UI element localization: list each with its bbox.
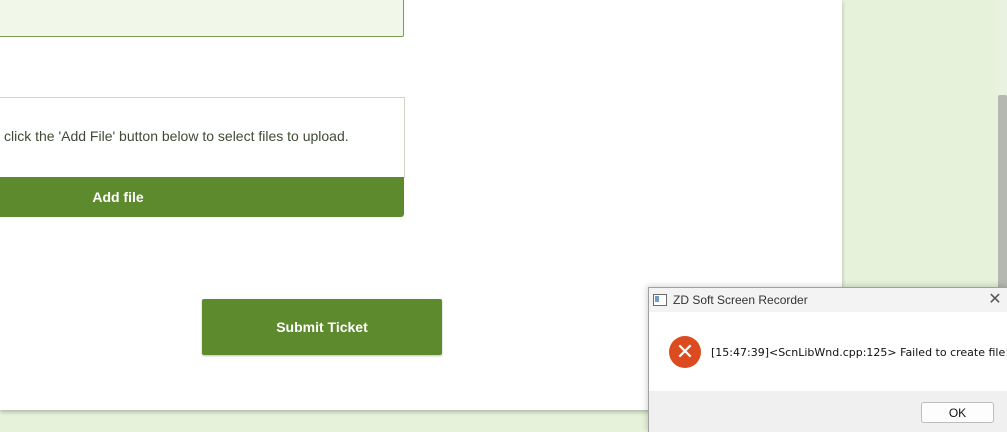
dialog-title: ZD Soft Screen Recorder <box>673 293 808 307</box>
submit-ticket-button[interactable]: Submit Ticket <box>202 299 442 355</box>
error-dialog: ZD Soft Screen Recorder ✕ ✕ [15:47:39]<S… <box>648 287 1007 432</box>
ok-button[interactable]: OK <box>921 402 994 423</box>
dialog-footer: OK <box>649 391 1007 432</box>
window-icon <box>653 294 667 306</box>
error-icon: ✕ <box>669 336 701 368</box>
dialog-titlebar[interactable]: ZD Soft Screen Recorder ✕ <box>649 288 1007 312</box>
add-file-button[interactable]: Add file <box>0 177 404 217</box>
text-field[interactable] <box>0 0 404 37</box>
file-upload-dropzone: click the 'Add File' button below to sel… <box>0 97 405 178</box>
close-icon[interactable]: ✕ <box>985 291 1005 309</box>
upload-instructions: click the 'Add File' button below to sel… <box>4 128 349 144</box>
dialog-message: [15:47:39]<ScnLibWnd.cpp:125> Failed to … <box>711 346 1007 359</box>
